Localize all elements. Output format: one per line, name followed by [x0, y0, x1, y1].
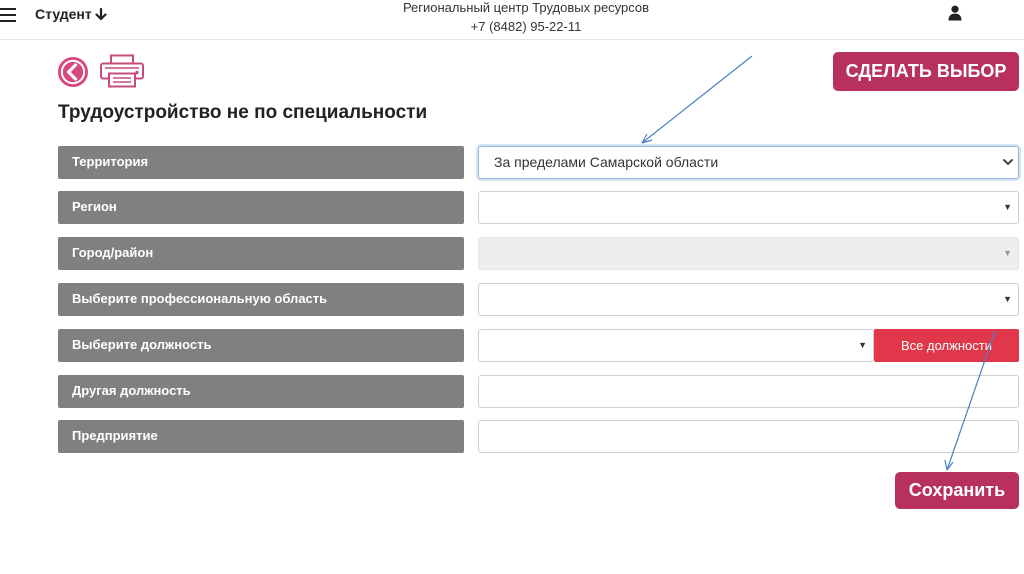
enterprise-label: Предприятие: [58, 420, 464, 453]
caret-down-icon: ▼: [1003, 248, 1012, 258]
region-select[interactable]: ▼: [478, 191, 1019, 224]
user-icon[interactable]: [948, 5, 962, 21]
chevron-down-icon: [1003, 159, 1013, 165]
position-label: Выберите должность: [58, 329, 464, 362]
page-title: Трудоустройство не по специальности: [58, 102, 428, 123]
city-select: ▼: [478, 237, 1019, 270]
region-label: Регион: [58, 191, 464, 224]
hamburger-menu-icon[interactable]: [0, 8, 16, 22]
make-choice-button[interactable]: СДЕЛАТЬ ВЫБОР: [833, 52, 1019, 91]
other-position-input[interactable]: [478, 375, 1019, 408]
back-icon[interactable]: [57, 56, 89, 88]
caret-down-icon: ▼: [858, 340, 867, 350]
territory-value: За пределами Самарской области: [494, 154, 719, 170]
org-info: Региональный центр Трудовых ресурсов +7 …: [376, 0, 676, 36]
territory-label: Территория: [58, 146, 464, 179]
prof-area-select[interactable]: ▼: [478, 283, 1019, 316]
other-position-label: Другая должность: [58, 375, 464, 408]
enterprise-input[interactable]: [478, 420, 1019, 453]
arrow-down-icon: [95, 7, 107, 20]
annotation-arrow: [641, 55, 753, 144]
printer-icon[interactable]: [99, 54, 145, 88]
territory-select[interactable]: За пределами Самарской области: [478, 146, 1019, 179]
role-selector[interactable]: Студент: [35, 6, 107, 22]
org-phone: +7 (8482) 95-22-11: [470, 19, 582, 34]
save-button[interactable]: Сохранить: [895, 472, 1019, 509]
org-name: Региональный центр Трудовых ресурсов: [402, 0, 650, 15]
all-positions-button[interactable]: Все должности: [874, 329, 1019, 362]
city-label: Город/район: [58, 237, 464, 270]
top-bar: Студент Региональный центр Трудовых ресу…: [0, 0, 1024, 40]
caret-down-icon: ▼: [1003, 294, 1012, 304]
role-label: Студент: [35, 6, 92, 22]
prof-area-label: Выберите профессиональную область: [58, 283, 464, 316]
position-select[interactable]: ▼: [478, 329, 874, 362]
caret-down-icon: ▼: [1003, 202, 1012, 212]
